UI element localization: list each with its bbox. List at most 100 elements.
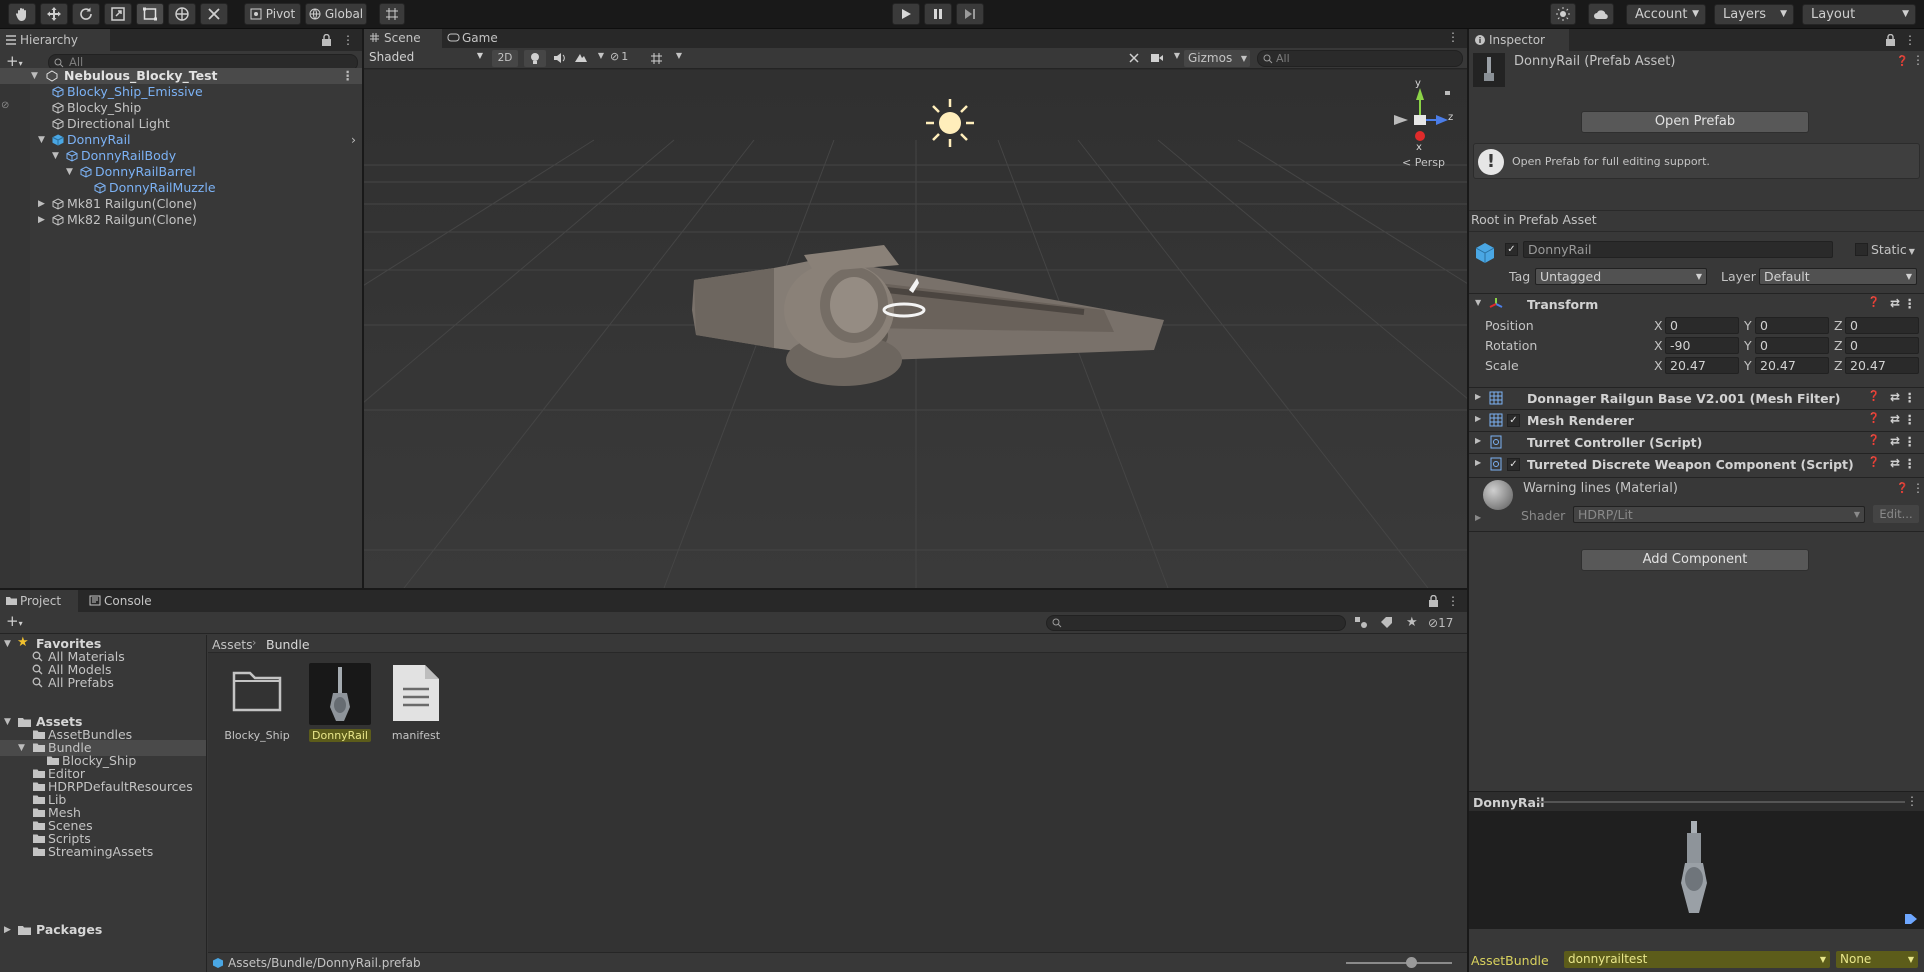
step-button[interactable]: [956, 3, 984, 25]
static-dropdown[interactable]: Static ▼: [1871, 242, 1915, 257]
rect-tool-button[interactable]: [136, 3, 164, 25]
custom-tool-button[interactable]: [200, 3, 228, 25]
tab-scene[interactable]: Scene: [364, 29, 442, 48]
audio-toggle[interactable]: [548, 50, 570, 67]
mesh-filter-component-header[interactable]: ▶ Donnager Railgun Base V2.001 (Mesh Filt…: [1469, 387, 1924, 409]
perspective-toggle[interactable]: < Persp: [1402, 156, 1445, 169]
chevron-down-icon[interactable]: ▼: [38, 132, 45, 148]
layer-dropdown[interactable]: Default ▼: [1759, 268, 1917, 285]
preview-area[interactable]: [1469, 811, 1924, 929]
tab-console[interactable]: Console: [84, 590, 164, 612]
chevron-down-icon[interactable]: ▼: [52, 148, 59, 164]
layers-dropdown[interactable]: Layers ▼: [1714, 4, 1794, 25]
hierarchy-item-mk81-railgun[interactable]: ▶ Mk81 Railgun(Clone): [0, 196, 362, 212]
help-icon[interactable]: ❓: [1896, 483, 1908, 494]
assetbundle-dropdown[interactable]: donnyrailtest ▼: [1564, 951, 1830, 968]
static-checkbox[interactable]: [1855, 243, 1868, 256]
drag-handle[interactable]: [1537, 801, 1905, 803]
shader-edit-button[interactable]: Edit...: [1873, 505, 1919, 523]
preset-icon[interactable]: ⇄: [1890, 412, 1900, 426]
breadcrumb-bundle[interactable]: Bundle: [266, 637, 310, 652]
tag-dropdown[interactable]: Untagged ▼: [1535, 268, 1707, 285]
scale-tool-button[interactable]: [104, 3, 132, 25]
open-prefab-arrow-icon[interactable]: ›: [351, 132, 356, 148]
preset-icon[interactable]: ⇄: [1890, 296, 1900, 310]
rotation-y-field[interactable]: 0: [1755, 337, 1829, 354]
add-component-button[interactable]: Add Component: [1581, 549, 1809, 571]
more-icon[interactable]: ⋮: [1904, 296, 1917, 311]
mesh-renderer-component-header[interactable]: ▶ ✓ Mesh Renderer ❓ ⇄ ⋮: [1469, 409, 1924, 431]
help-icon[interactable]: ❓: [1868, 391, 1880, 402]
position-x-field[interactable]: 0: [1665, 317, 1739, 334]
asset-item-manifest[interactable]: manifest: [378, 663, 448, 743]
packages-row[interactable]: ▶ Packages: [0, 922, 206, 938]
variant-dropdown[interactable]: None ▼: [1836, 951, 1918, 968]
account-dropdown[interactable]: Account ▼: [1626, 4, 1706, 25]
icon-size-slider[interactable]: [1346, 957, 1452, 968]
more-icon[interactable]: ⋮: [342, 33, 354, 47]
more-icon[interactable]: ⋮: [1447, 594, 1459, 608]
slider-thumb[interactable]: [1406, 957, 1417, 968]
more-icon[interactable]: ⋮: [1904, 434, 1917, 449]
hierarchy-item-mk82-railgun[interactable]: ▶ Mk82 Railgun(Clone): [0, 212, 362, 228]
hierarchy-item-blocky-ship-emissive[interactable]: Blocky_Ship_Emissive: [0, 84, 362, 100]
more-icon[interactable]: ⋮: [342, 68, 355, 84]
rotation-z-field[interactable]: 0: [1845, 337, 1919, 354]
create-asset-button[interactable]: +▾: [6, 614, 23, 631]
asset-item-donnyrail[interactable]: DonnyRail: [300, 663, 371, 743]
layout-dropdown[interactable]: Layout ▼: [1802, 4, 1916, 25]
chevron-right-icon[interactable]: ▶: [38, 196, 45, 212]
pivot-toggle[interactable]: Pivot: [244, 3, 301, 25]
rotate-tool-button[interactable]: [72, 3, 100, 25]
scale-z-field[interactable]: 20.47: [1845, 357, 1919, 374]
hierarchy-item-donnyrailmuzzle[interactable]: DonnyRailMuzzle: [0, 180, 362, 196]
lighting-toggle[interactable]: [524, 50, 546, 67]
camera-dropdown[interactable]: ▼: [1148, 50, 1180, 67]
shader-dropdown[interactable]: HDRP/Lit ▼: [1573, 506, 1865, 523]
hierarchy-item-blocky-ship[interactable]: Blocky_Ship: [0, 100, 362, 116]
bundle-tag-icon[interactable]: [1904, 913, 1918, 925]
hierarchy-item-donnyrailbarrel[interactable]: ▼ DonnyRailBarrel: [0, 164, 362, 180]
favorite-star-icon[interactable]: ★: [1406, 615, 1418, 630]
tab-game[interactable]: Game: [442, 29, 512, 48]
tab-project[interactable]: Project: [0, 590, 78, 612]
lighting-button[interactable]: [1550, 3, 1576, 25]
help-icon[interactable]: ❓: [1868, 413, 1880, 424]
active-checkbox[interactable]: ✓: [1505, 243, 1518, 256]
scene-root-row[interactable]: ▼ Nebulous_Blocky_Test ⋮: [0, 68, 362, 84]
scene-viewport[interactable]: y z x < Persp: [364, 70, 1467, 588]
global-toggle[interactable]: Global: [305, 3, 367, 25]
tools-toggle[interactable]: [1124, 50, 1144, 67]
position-y-field[interactable]: 0: [1755, 317, 1829, 334]
more-icon[interactable]: ⋮: [1447, 30, 1459, 44]
more-icon[interactable]: ⋮: [1904, 412, 1917, 427]
scene-search-input[interactable]: All: [1257, 50, 1463, 67]
tab-hierarchy[interactable]: Hierarchy: [0, 29, 110, 51]
enabled-checkbox[interactable]: ✓: [1507, 414, 1520, 427]
asset-item-blocky-ship[interactable]: Blocky_Ship: [222, 663, 292, 743]
preset-icon[interactable]: ⇄: [1890, 434, 1900, 448]
chevron-right-icon[interactable]: ▶: [1475, 513, 1481, 522]
favorite-all-prefabs[interactable]: All Prefabs: [0, 675, 206, 691]
search-by-label-icon[interactable]: [1380, 616, 1393, 629]
scale-y-field[interactable]: 20.47: [1755, 357, 1829, 374]
preset-icon[interactable]: ⇄: [1890, 456, 1900, 470]
chevron-right-icon[interactable]: ▶: [38, 212, 45, 228]
lock-icon[interactable]: [1885, 34, 1896, 46]
grid-snap-button[interactable]: [379, 3, 405, 25]
folder-streamingassets[interactable]: StreamingAssets: [0, 844, 206, 860]
rotation-x-field[interactable]: -90: [1665, 337, 1739, 354]
more-icon[interactable]: ⋮: [1906, 794, 1918, 808]
pause-button[interactable]: [924, 3, 952, 25]
hierarchy-item-donnyrail[interactable]: ▼ DonnyRail ›: [0, 132, 362, 148]
lock-icon[interactable]: [321, 34, 332, 46]
search-by-type-icon[interactable]: [1354, 616, 1368, 629]
help-icon[interactable]: ❓: [1868, 457, 1880, 468]
gameobject-cube-icon[interactable]: [1474, 241, 1496, 265]
transform-component-header[interactable]: ▼ Transform ❓ ⇄ ⋮: [1469, 293, 1924, 315]
transform-tool-button[interactable]: [168, 3, 196, 25]
gizmos-dropdown[interactable]: Gizmos ▼: [1184, 50, 1250, 67]
directional-light-icon[interactable]: [924, 97, 976, 149]
scale-x-field[interactable]: 20.47: [1665, 357, 1739, 374]
object-name-field[interactable]: DonnyRail: [1523, 241, 1833, 258]
